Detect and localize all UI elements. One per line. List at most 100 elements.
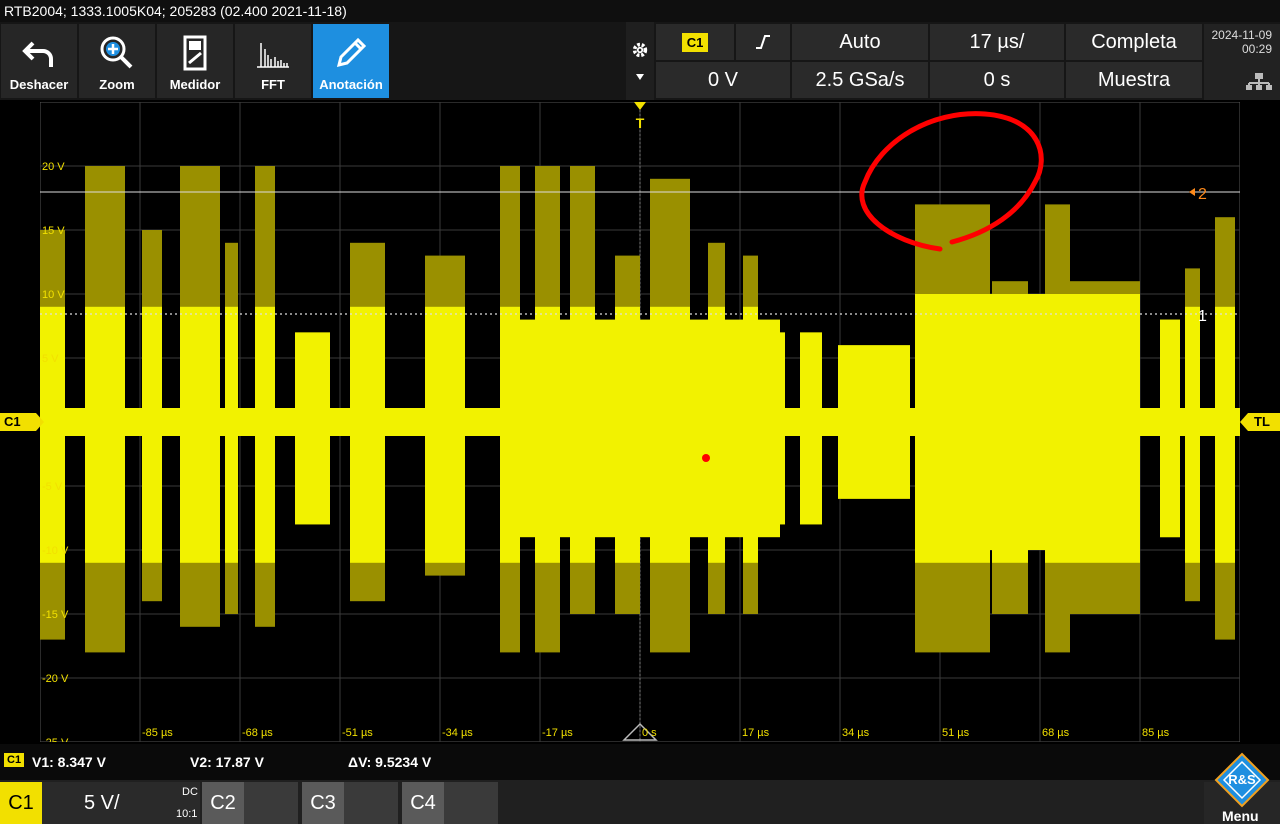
- trace-burst-core: [295, 332, 330, 525]
- trace-burst-core: [40, 306, 65, 563]
- trace-dense-section: [500, 319, 780, 538]
- channel-c3-label: C3: [302, 782, 344, 824]
- annotation-button[interactable]: Anotación: [313, 24, 389, 98]
- trace-burst-core: [1215, 306, 1235, 563]
- y-tick-label: 5 V: [42, 353, 59, 365]
- trigger-level[interactable]: 0 V: [656, 62, 790, 98]
- x-tick-label: 17 µs: [742, 727, 770, 739]
- channel-c4[interactable]: C4: [402, 782, 498, 824]
- trace-dense-section: [915, 294, 1140, 550]
- undo-button[interactable]: Deshacer: [1, 24, 77, 98]
- fft-label: FFT: [261, 77, 285, 92]
- trigger-marker: T: [636, 115, 645, 131]
- channel-c1-label: C1: [0, 782, 42, 824]
- trace-burst-core: [800, 332, 822, 525]
- channel-offset-arrow: [36, 413, 44, 431]
- channel-offset-marker[interactable]: C1: [0, 413, 36, 431]
- trace-burst-core: [425, 306, 465, 563]
- undo-label: Deshacer: [9, 77, 69, 92]
- y-tick-label: -10 V: [42, 545, 69, 557]
- y-tick-label: 20 V: [42, 161, 65, 173]
- meter-label: Medidor: [169, 77, 221, 92]
- trace-burst-core: [838, 345, 910, 499]
- y-tick-label: -15 V: [42, 609, 69, 621]
- x-tick-label: -34 µs: [442, 727, 473, 739]
- red-annotation-dot: [702, 454, 710, 462]
- acquisition-mode[interactable]: Completa: [1066, 24, 1202, 60]
- channel-c1[interactable]: C1 5 V/ DC 10:1: [0, 782, 200, 824]
- channel-c2[interactable]: C2: [202, 782, 298, 824]
- channel-bar: C1 5 V/ DC 10:1 C2 C3 C4 R&S Menu: [0, 752, 1280, 824]
- trigger-source: C1: [681, 32, 709, 52]
- cursor-2-label: 2: [1198, 186, 1207, 203]
- trace-burst-core: [1160, 319, 1180, 538]
- trace-burst-core: [1185, 306, 1200, 563]
- channel-c1-probe: 10:1: [176, 808, 198, 820]
- trace-burst-core: [142, 306, 162, 563]
- annotation-label: Anotación: [319, 77, 383, 92]
- waveform-display[interactable]: T 2 1 20 V 15 V 10 V 5 V -5 V -10 V -15 V -20 V…: [40, 102, 1240, 742]
- fft-button[interactable]: FFT: [235, 24, 311, 98]
- cursor-v2: V2: 17.87 V: [190, 754, 264, 770]
- rising-edge-icon: [756, 35, 770, 49]
- cursor-measurement-bar: C1 V1: 8.347 V V2: 17.87 V ΔV: 9.5234 V: [0, 744, 1280, 780]
- undo-icon: [22, 41, 53, 67]
- channel-c1-scale: 5 V/: [84, 792, 120, 814]
- x-tick-label: -68 µs: [242, 727, 273, 739]
- acquisition-type[interactable]: Muestra: [1066, 62, 1202, 98]
- x-tick-label: 34 µs: [842, 727, 870, 739]
- time: 00:29: [1241, 42, 1272, 56]
- rs-logo-icon: R&S: [1214, 752, 1270, 808]
- meter-icon: [183, 35, 207, 71]
- y-tick-label: -25 V: [42, 737, 69, 742]
- gear-icon: [632, 42, 648, 58]
- x-tick-label: 85 µs: [1142, 727, 1170, 739]
- trace-burst-core: [225, 306, 238, 563]
- y-tick-label: 10 V: [42, 289, 65, 301]
- settings-button[interactable]: [626, 22, 654, 100]
- channel-c2-label: C2: [202, 782, 244, 824]
- measurement-source: C1: [4, 753, 25, 767]
- cursor-delta-v: ΔV: 9.5234 V: [348, 754, 432, 770]
- date-time: 2024-11-09 00:29: [1204, 24, 1280, 100]
- trigger-level-arrow: [1240, 413, 1248, 431]
- title-bar: RTB2004; 1333.1005K04; 205283 (02.400 20…: [0, 0, 1280, 22]
- channel-c3[interactable]: C3: [302, 782, 398, 824]
- pencil-icon: [336, 37, 367, 68]
- meter-button[interactable]: Medidor: [157, 24, 233, 98]
- trigger-mode[interactable]: Auto: [792, 24, 928, 60]
- x-tick-label: -51 µs: [342, 727, 373, 739]
- date: 2024-11-09: [1211, 28, 1273, 42]
- network-icon: [1246, 73, 1272, 90]
- trace-burst-core: [255, 306, 275, 563]
- x-tick-label: 68 µs: [1042, 727, 1070, 739]
- zoom-label: Zoom: [99, 77, 135, 92]
- x-tick-label: -17 µs: [542, 727, 573, 739]
- zoom-button[interactable]: Zoom: [79, 24, 155, 98]
- menu-button[interactable]: R&S Menu: [1204, 752, 1280, 824]
- fft-icon: [257, 43, 289, 68]
- x-tick-label: 51 µs: [942, 727, 970, 739]
- trigger-source-cell[interactable]: C1: [656, 24, 734, 60]
- trace-burst-core: [85, 306, 125, 563]
- timebase[interactable]: 17 µs/: [930, 24, 1064, 60]
- y-tick-label: 15 V: [42, 225, 65, 237]
- cursor-1-label: 1: [1198, 308, 1207, 325]
- rs-logo-text: R&S: [1228, 772, 1256, 787]
- cursor-v1: V1: 8.347 V: [32, 754, 106, 770]
- menu-label: Menu: [1222, 808, 1259, 824]
- channel-c4-label: C4: [402, 782, 444, 824]
- trigger-level-marker[interactable]: TL: [1248, 413, 1280, 431]
- x-tick-label: 0 s: [642, 727, 657, 739]
- horizontal-position[interactable]: 0 s: [930, 62, 1064, 98]
- sample-rate[interactable]: 2.5 GSa/s: [792, 62, 928, 98]
- caret-down-icon: [636, 74, 644, 80]
- trace-burst-core: [180, 306, 220, 563]
- y-tick-label: -5 V: [42, 481, 63, 493]
- trigger-slope-cell[interactable]: [736, 24, 790, 60]
- trace-burst-core: [350, 306, 385, 563]
- y-tick-label: -20 V: [42, 673, 69, 685]
- channel-c1-coupling: DC: [182, 786, 198, 798]
- x-tick-label: -85 µs: [142, 727, 173, 739]
- zoom-icon: [100, 36, 133, 69]
